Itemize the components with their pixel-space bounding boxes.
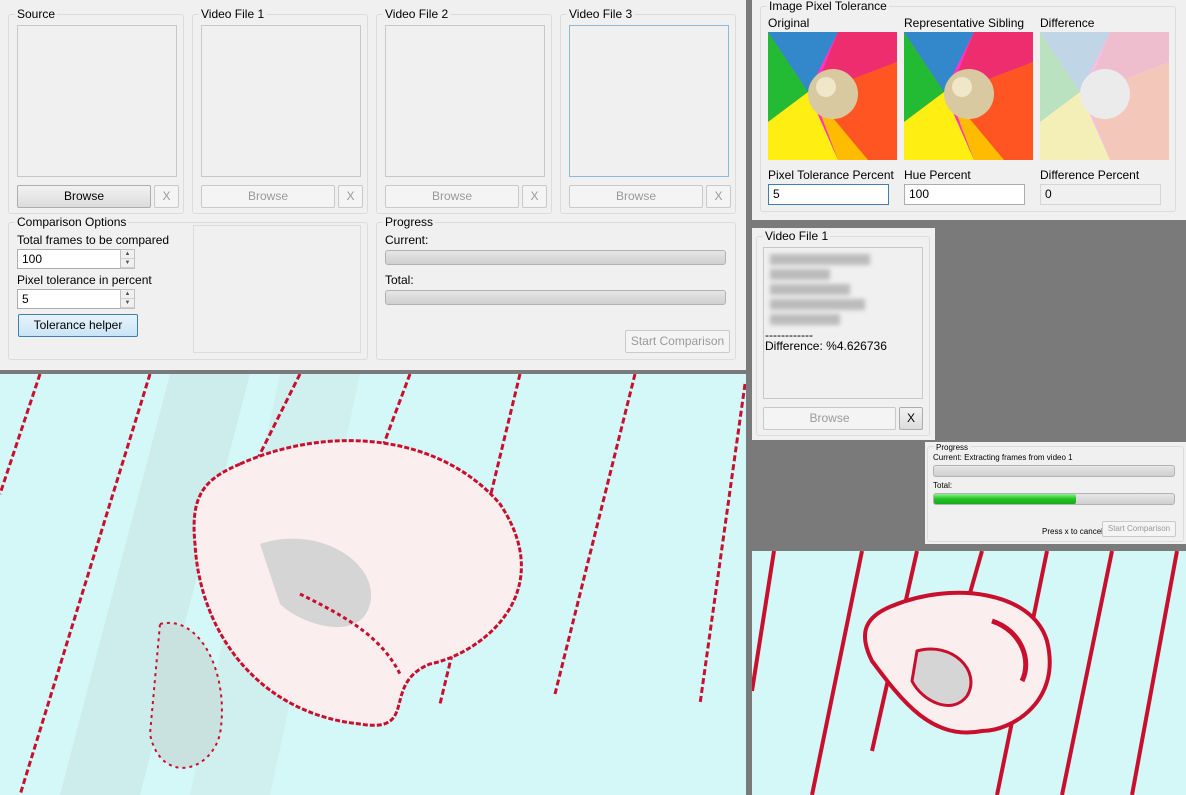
small-total-bar xyxy=(933,493,1175,505)
original-image xyxy=(768,32,897,160)
small-progress-title: Progress xyxy=(934,443,971,452)
small-difference-image xyxy=(752,551,1186,795)
pixel-tolerance-input[interactable]: 5 xyxy=(768,184,889,205)
blurred-metadata xyxy=(770,254,880,325)
video3-group: Video File 3 Browse X xyxy=(560,7,736,214)
video-file-panel: Video File 1 ------------ Difference: %4… xyxy=(752,228,935,440)
source-group: Source Browse X xyxy=(8,7,184,214)
frames-input[interactable]: 100 xyxy=(17,249,121,269)
tolerance-spinner[interactable]: ▲ ▼ xyxy=(120,289,135,309)
video2-browse-button[interactable]: Browse xyxy=(385,185,519,208)
difference-result: Difference: %4.626736 xyxy=(765,339,887,353)
current-progress-bar xyxy=(385,250,726,265)
total-progress-bar xyxy=(385,290,726,305)
original-label: Original xyxy=(768,16,810,30)
source-group-title: Source xyxy=(15,7,58,21)
tolerance-window: Image Pixel Tolerance Original Represent… xyxy=(752,0,1186,220)
small-start-comparison-button[interactable]: Start Comparison xyxy=(1102,521,1176,537)
video2-list[interactable] xyxy=(385,25,545,177)
comparison-options-group: Comparison Options Total frames to be co… xyxy=(8,215,368,360)
cancel-hint: Press x to cancel xyxy=(1042,527,1103,536)
options-preview-box xyxy=(193,225,361,353)
tolerance-group-title: Image Pixel Tolerance xyxy=(767,0,889,13)
video-file-info-box[interactable]: ------------ Difference: %4.626736 xyxy=(763,247,923,399)
pixel-tolerance-label: Pixel Tolerance Percent xyxy=(768,168,894,182)
small-current-text: Current: Extracting frames from video 1 xyxy=(933,453,1073,462)
video1-group: Video File 1 Browse X xyxy=(192,7,368,214)
small-current-bar xyxy=(933,465,1175,477)
frames-spinner[interactable]: ▲ ▼ xyxy=(120,249,135,269)
video2-group-title: Video File 2 xyxy=(383,7,451,21)
video1-clear-button[interactable]: X xyxy=(338,185,363,208)
difference-percent-field: 0 xyxy=(1040,184,1161,205)
video-file-panel-clear-button[interactable]: X xyxy=(899,407,923,430)
large-difference-image xyxy=(0,374,746,795)
video3-group-title: Video File 3 xyxy=(567,7,635,21)
start-comparison-button[interactable]: Start Comparison xyxy=(625,330,730,353)
comparison-options-title: Comparison Options xyxy=(15,215,129,229)
video1-browse-button[interactable]: Browse xyxy=(201,185,335,208)
video2-group: Video File 2 Browse X xyxy=(376,7,552,214)
video-file-panel-group: Video File 1 ------------ Difference: %4… xyxy=(756,229,930,436)
video-file-panel-title: Video File 1 xyxy=(763,229,831,243)
source-clear-button[interactable]: X xyxy=(154,185,179,208)
progress-group: Progress Current: Total: Start Compariso… xyxy=(376,215,736,360)
video-file-panel-browse-button[interactable]: Browse xyxy=(763,407,896,430)
tolerance-group: Image Pixel Tolerance Original Represent… xyxy=(760,0,1176,212)
small-progress-panel: Progress Current: Extracting frames from… xyxy=(925,442,1186,544)
tolerance-helper-button[interactable]: Tolerance helper xyxy=(18,314,138,337)
video2-clear-button[interactable]: X xyxy=(522,185,547,208)
video3-browse-button[interactable]: Browse xyxy=(569,185,703,208)
difference-percent-label: Difference Percent xyxy=(1040,168,1140,182)
video1-group-title: Video File 1 xyxy=(199,7,267,21)
main-form: Source Browse X Video File 1 Browse X Vi… xyxy=(0,0,746,370)
tolerance-label: Pixel tolerance in percent xyxy=(17,273,152,287)
video3-list[interactable] xyxy=(569,25,729,177)
sibling-image xyxy=(904,32,1033,160)
source-browse-button[interactable]: Browse xyxy=(17,185,151,208)
hue-percent-input[interactable]: 100 xyxy=(904,184,1025,205)
small-total-label: Total: xyxy=(933,481,953,490)
frames-label: Total frames to be compared xyxy=(17,233,170,247)
current-label: Current: xyxy=(385,233,429,247)
sibling-label: Representative Sibling xyxy=(904,16,1025,30)
hue-percent-label: Hue Percent xyxy=(904,168,971,182)
video1-list[interactable] xyxy=(201,25,361,177)
small-progress-group: Progress Current: Extracting frames from… xyxy=(927,443,1184,542)
progress-title: Progress xyxy=(383,215,436,229)
video3-clear-button[interactable]: X xyxy=(706,185,731,208)
tolerance-input[interactable]: 5 xyxy=(17,289,121,309)
total-label: Total: xyxy=(385,273,414,287)
difference-label: Difference xyxy=(1040,16,1095,30)
source-list[interactable] xyxy=(17,25,177,177)
small-total-fill xyxy=(934,494,1076,504)
difference-image xyxy=(1040,32,1169,160)
